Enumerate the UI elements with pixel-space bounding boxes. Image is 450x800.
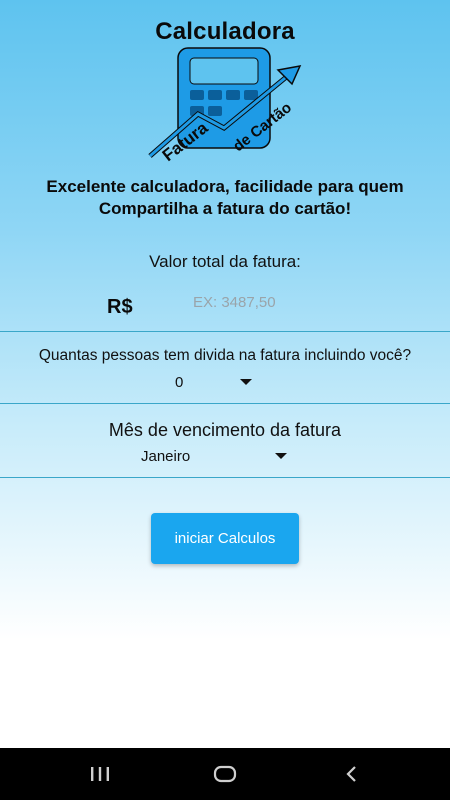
divider bbox=[0, 331, 450, 332]
home-icon[interactable] bbox=[195, 748, 255, 800]
invoice-total-label: Valor total da fatura: bbox=[149, 252, 301, 271]
start-calculation-button[interactable]: iniciar Calculos bbox=[151, 513, 299, 564]
back-icon[interactable] bbox=[321, 748, 381, 800]
tagline: Excelente calculadora, facilidade para q… bbox=[46, 177, 404, 218]
people-count-label: Quantas pessoas tem divida na fatura inc… bbox=[38, 347, 412, 364]
people-count-select[interactable]: 0 bbox=[175, 370, 255, 394]
system-nav-bar bbox=[0, 748, 450, 800]
dropdown-arrow-icon bbox=[240, 379, 252, 385]
due-month-select[interactable]: Janeiro bbox=[141, 444, 291, 468]
currency-symbol: R$ bbox=[107, 296, 133, 318]
app-logo: Calculadora Fatura de Cartão bbox=[140, 14, 310, 166]
logo-title: Calculadora bbox=[155, 18, 295, 45]
divider bbox=[0, 403, 450, 404]
dropdown-arrow-icon bbox=[275, 453, 287, 459]
divider bbox=[0, 477, 450, 478]
calculator-chart-icon: Fatura de Cartão bbox=[148, 47, 302, 164]
recent-apps-icon[interactable] bbox=[70, 748, 130, 800]
people-count-value: 0 bbox=[175, 373, 184, 391]
due-month-label: Mês de vencimento da fatura bbox=[108, 420, 342, 440]
invoice-total-input[interactable] bbox=[193, 290, 393, 314]
due-month-value: Janeiro bbox=[141, 447, 191, 465]
